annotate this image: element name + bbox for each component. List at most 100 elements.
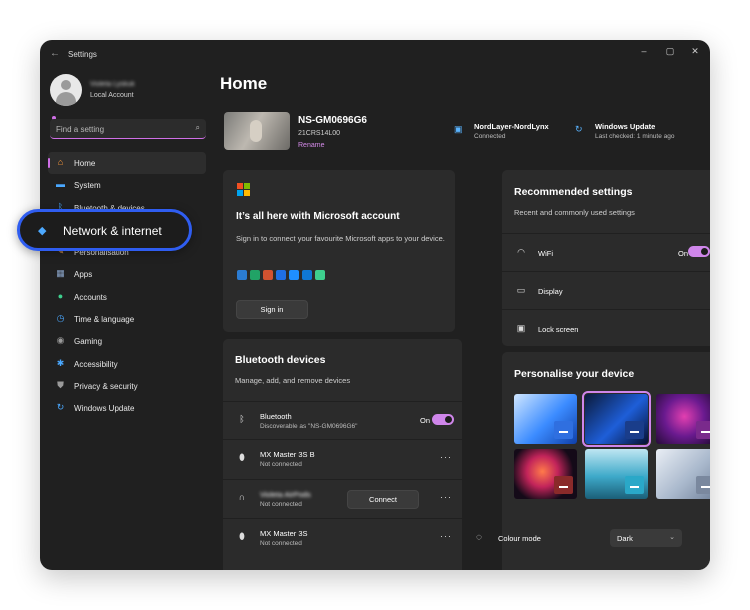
network-status-title[interactable]: NordLayer-NordLynx bbox=[474, 122, 549, 131]
network-internet-callout[interactable]: ◆ Network & internet bbox=[17, 209, 192, 251]
theme-thumbnail[interactable] bbox=[582, 391, 651, 447]
window-preview-icon bbox=[696, 421, 710, 439]
update-icon: ↻ bbox=[56, 402, 65, 413]
theme-thumbnail[interactable] bbox=[585, 449, 648, 499]
maximize-icon[interactable]: ▢ bbox=[663, 46, 677, 57]
toggle-state-label: On bbox=[419, 416, 430, 425]
ms-app-icons bbox=[237, 267, 328, 285]
page-title: Home bbox=[220, 74, 268, 93]
avatar-head bbox=[61, 80, 71, 90]
window-preview-icon bbox=[696, 476, 710, 494]
mouse-icon: ⬮ bbox=[239, 531, 245, 541]
window-preview-icon bbox=[554, 476, 573, 494]
onedrive-icon bbox=[289, 270, 299, 280]
recommended-title: Recommended settings bbox=[514, 186, 633, 198]
lock-screen-icon: ▣ bbox=[516, 323, 526, 333]
search-box[interactable]: ⌕ bbox=[50, 119, 206, 139]
sidebar-item-label: Accessibility bbox=[74, 359, 118, 369]
theme-thumbnail[interactable] bbox=[656, 449, 710, 499]
sidebar-item-system[interactable]: ▬ System bbox=[48, 174, 206, 196]
avatar-body bbox=[56, 92, 76, 106]
mouse-icon: ⬮ bbox=[239, 452, 245, 462]
bluetooth-card-title: Bluetooth devices bbox=[235, 354, 326, 366]
home-icon: ⌂ bbox=[57, 157, 64, 167]
device-model: 21CRS14L00 bbox=[298, 130, 341, 137]
more-options-icon[interactable]: ··· bbox=[440, 492, 452, 502]
globe-clock-icon: ◷ bbox=[56, 313, 65, 324]
bluetooth-toggle[interactable] bbox=[432, 414, 454, 425]
window-title: Settings bbox=[68, 50, 97, 59]
window-preview-icon bbox=[625, 476, 644, 494]
sidebar-item-label: Apps bbox=[74, 270, 93, 280]
back-arrow-icon[interactable]: ← bbox=[50, 48, 60, 59]
ms-account-card: It’s all here with Microsoft account Sig… bbox=[223, 170, 455, 332]
minimize-icon[interactable]: – bbox=[637, 46, 651, 56]
theme-thumbnail[interactable] bbox=[514, 394, 577, 444]
row-title: Bluetooth bbox=[260, 412, 292, 421]
callout-label: Network & internet bbox=[63, 224, 162, 238]
device-name: NS-GM0696G6 bbox=[298, 115, 367, 126]
list-item-device[interactable]: ⬮ MX Master 3S Not connected ··· bbox=[223, 518, 462, 556]
rename-link[interactable]: Rename bbox=[298, 142, 324, 149]
profile-account-type: Local Account bbox=[90, 92, 134, 99]
row-title: MX Master 3S B bbox=[260, 450, 315, 459]
search-input[interactable] bbox=[56, 123, 184, 135]
sidebar-item-label: Time & language bbox=[74, 315, 135, 325]
sidebar-item-accessibility[interactable]: ✱ Accessibility bbox=[48, 353, 206, 375]
gamepad-icon: ◉ bbox=[56, 335, 65, 346]
sidebar-item-accounts[interactable]: ● Accounts bbox=[48, 286, 206, 308]
wifi-toggle[interactable] bbox=[688, 246, 710, 257]
list-item-lock-screen[interactable]: ▣ Lock screen › bbox=[502, 309, 710, 347]
powerpoint-icon bbox=[263, 270, 273, 280]
device-thumbnail bbox=[224, 112, 290, 150]
personalise-title: Personalise your device bbox=[514, 368, 635, 380]
update-icon: ↻ bbox=[575, 124, 583, 134]
palette-icon: ◌ bbox=[476, 532, 482, 543]
window-preview-icon bbox=[554, 421, 573, 439]
outlook-icon bbox=[302, 270, 312, 280]
settings-window: ← Settings – ▢ ✕ Violeta Lyskuk Local Ac… bbox=[40, 40, 710, 570]
list-item-display[interactable]: ▭ Display › bbox=[502, 271, 710, 309]
profile-name: Violeta Lyskuk bbox=[90, 81, 135, 88]
sign-in-button[interactable]: Sign in bbox=[236, 300, 308, 319]
theme-thumbnail[interactable] bbox=[514, 449, 577, 499]
list-item-device[interactable]: ⬮ MX Master 3S B Not connected ··· bbox=[223, 439, 462, 477]
row-title: MX Master 3S bbox=[260, 529, 308, 538]
sidebar-nav: ⌂Home▬SystemᛒBluetooth & devices◆Network… bbox=[48, 152, 206, 420]
windows-update-title[interactable]: Windows Update bbox=[595, 122, 655, 131]
search-icon[interactable]: ⌕ bbox=[196, 123, 200, 133]
colour-mode-label: Colour mode bbox=[498, 534, 541, 543]
person-icon: ● bbox=[57, 290, 64, 301]
word-icon bbox=[237, 270, 247, 280]
row-subtitle: Not connected bbox=[260, 501, 302, 508]
bluetooth-icon: ᛒ bbox=[239, 414, 245, 424]
more-options-icon[interactable]: ··· bbox=[440, 452, 452, 462]
sidebar-item-apps[interactable]: ▦ Apps bbox=[48, 263, 206, 285]
network-icon: ▣ bbox=[454, 124, 463, 134]
row-subtitle: Not connected bbox=[260, 461, 302, 468]
theme-thumbnail[interactable] bbox=[656, 394, 710, 444]
sidebar-item-windows-update[interactable]: ↻ Windows Update bbox=[48, 397, 206, 419]
avatar[interactable] bbox=[50, 74, 82, 106]
shield-icon: ⛊ bbox=[57, 379, 64, 390]
list-item-wifi[interactable]: ◠ WiFi On › bbox=[502, 233, 710, 271]
recommended-settings-card: Recommended settings Recent and commonly… bbox=[502, 170, 710, 346]
ms-account-desc: Sign in to connect your favourite Micros… bbox=[236, 234, 445, 243]
wifi-icon: ◆ bbox=[38, 225, 47, 237]
recommended-desc: Recent and commonly used settings bbox=[514, 208, 635, 217]
sidebar-item-privacy-security[interactable]: ⛊ Privacy & security bbox=[48, 375, 206, 397]
row-subtitle: Not connected bbox=[260, 540, 302, 547]
chevron-down-icon: ⌄ bbox=[669, 534, 675, 541]
monitor-icon: ▬ bbox=[56, 179, 65, 190]
headphones-icon: ∩ bbox=[238, 492, 246, 502]
sidebar-item-time-language[interactable]: ◷ Time & language bbox=[48, 308, 206, 330]
sidebar-item-home[interactable]: ⌂ Home bbox=[48, 152, 206, 175]
family-icon bbox=[315, 270, 325, 280]
colour-mode-select[interactable]: Dark ⌄ bbox=[610, 529, 682, 547]
connect-button[interactable]: Connect bbox=[347, 490, 419, 509]
list-item-device[interactable]: ∩ Violeta AirPods Not connected Connect … bbox=[223, 479, 462, 517]
more-options-icon[interactable]: ··· bbox=[440, 531, 452, 541]
sidebar-item-gaming[interactable]: ◉ Gaming bbox=[48, 330, 206, 352]
sidebar-item-label: Home bbox=[74, 159, 96, 168]
close-icon[interactable]: ✕ bbox=[688, 46, 702, 57]
